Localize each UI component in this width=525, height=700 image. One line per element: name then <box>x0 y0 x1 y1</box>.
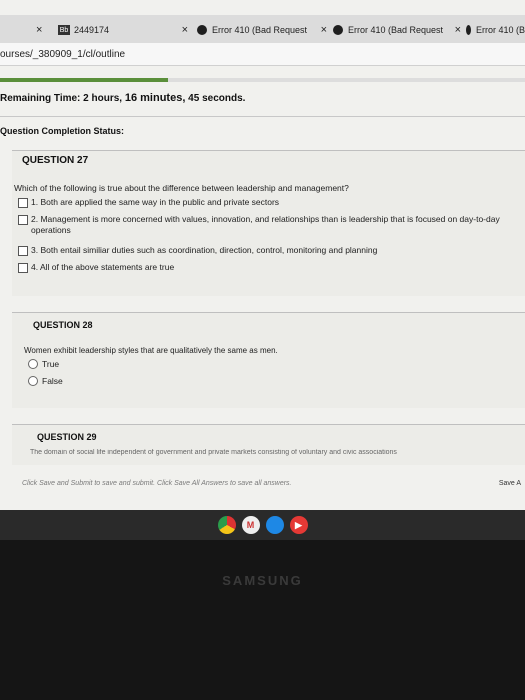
question-28-text: Women exhibit leadership styles that are… <box>24 346 278 355</box>
error-icon <box>466 25 471 35</box>
timer-seconds: 45 seconds. <box>188 93 246 104</box>
checkbox-icon[interactable] <box>18 263 28 273</box>
q27-option-3[interactable]: 3. Both entail similiar duties such as c… <box>18 245 377 256</box>
option-label: False <box>42 376 63 386</box>
brand-logo: SAMSUNG <box>222 573 303 588</box>
tab-error-3[interactable]: Error 410 (B <box>466 18 525 42</box>
option-label: 2. Management is more concerned with val… <box>31 214 500 235</box>
question-27-text: Which of the following is true about the… <box>14 183 349 193</box>
remaining-time: Remaining Time: 2 hours, 16 minutes, 45 … <box>0 92 245 104</box>
question-29-text: The domain of social life independent of… <box>30 449 397 456</box>
timer-hours: 2 hours, <box>83 93 123 104</box>
tab-error-2[interactable]: Error 410 (Bad Request × <box>333 18 461 42</box>
completion-status: Question Completion Status: <box>0 126 125 136</box>
radio-icon[interactable] <box>28 376 38 386</box>
taskbar: M ▶ <box>0 510 525 540</box>
timer-label: Remaining Time: <box>0 93 81 104</box>
url-text[interactable]: ourses/_380909_1/cl/outline <box>0 49 125 60</box>
radio-icon[interactable] <box>28 359 38 369</box>
timer-minutes: 16 minutes, <box>124 92 186 104</box>
option-label: 3. Both entail similiar duties such as c… <box>31 245 378 255</box>
progress-bar <box>0 78 525 82</box>
blackboard-logo-icon: Bb <box>58 25 70 35</box>
option-label: 1. Both are applied the same way in the … <box>31 197 280 207</box>
progress-fill <box>0 78 168 82</box>
close-icon[interactable]: × <box>182 24 188 36</box>
checkbox-icon[interactable] <box>18 215 28 225</box>
checkbox-icon[interactable] <box>18 198 28 208</box>
option-label: 4. All of the above statements are true <box>31 262 175 272</box>
q27-option-1[interactable]: 1. Both are applied the same way in the … <box>18 197 279 208</box>
close-icon[interactable]: × <box>36 24 42 36</box>
tab-label: Error 410 (Bad Request <box>212 25 308 35</box>
option-label: True <box>42 359 60 369</box>
close-icon[interactable]: × <box>455 24 461 36</box>
divider <box>0 116 525 117</box>
q28-option-false[interactable]: False <box>28 376 63 386</box>
question-27-heading: QUESTION 27 <box>22 155 89 166</box>
browser-screen: × Bb 2449174 × Error 410 (Bad Request × … <box>0 0 525 510</box>
tab-close-prev[interactable]: × <box>30 18 42 42</box>
close-icon[interactable]: × <box>321 24 327 36</box>
tab-label: Error 410 (Bad Request <box>348 25 444 35</box>
tab-assessment[interactable]: Bb 2449174 × <box>58 18 188 42</box>
tab-bar: × Bb 2449174 × Error 410 (Bad Request × … <box>0 15 525 43</box>
error-icon <box>333 25 343 35</box>
tab-error-1[interactable]: Error 410 (Bad Request × <box>197 18 327 42</box>
save-all-answers-button[interactable]: Save A <box>499 480 521 487</box>
chrome-icon[interactable] <box>217 516 236 534</box>
tab-label: 2449174 <box>74 25 110 35</box>
laptop-bezel <box>0 540 525 700</box>
checkbox-icon[interactable] <box>18 246 28 256</box>
docs-icon[interactable] <box>265 516 284 534</box>
q27-option-2[interactable]: 2. Management is more concerned with val… <box>18 214 518 236</box>
tab-label: Error 410 (B <box>475 25 525 35</box>
q28-option-true[interactable]: True <box>28 359 59 369</box>
question-29-box <box>12 424 525 465</box>
youtube-icon[interactable]: ▶ <box>289 516 308 534</box>
question-29-heading: QUESTION 29 <box>37 432 97 442</box>
error-icon <box>197 25 207 35</box>
question-28-heading: QUESTION 28 <box>33 320 93 330</box>
q27-option-4[interactable]: 4. All of the above statements are true <box>18 262 174 273</box>
footer-instructions: Click Save and Submit to save and submit… <box>22 480 292 487</box>
gmail-icon[interactable]: M <box>241 516 260 534</box>
address-bar[interactable]: ourses/_380909_1/cl/outline <box>0 43 525 66</box>
